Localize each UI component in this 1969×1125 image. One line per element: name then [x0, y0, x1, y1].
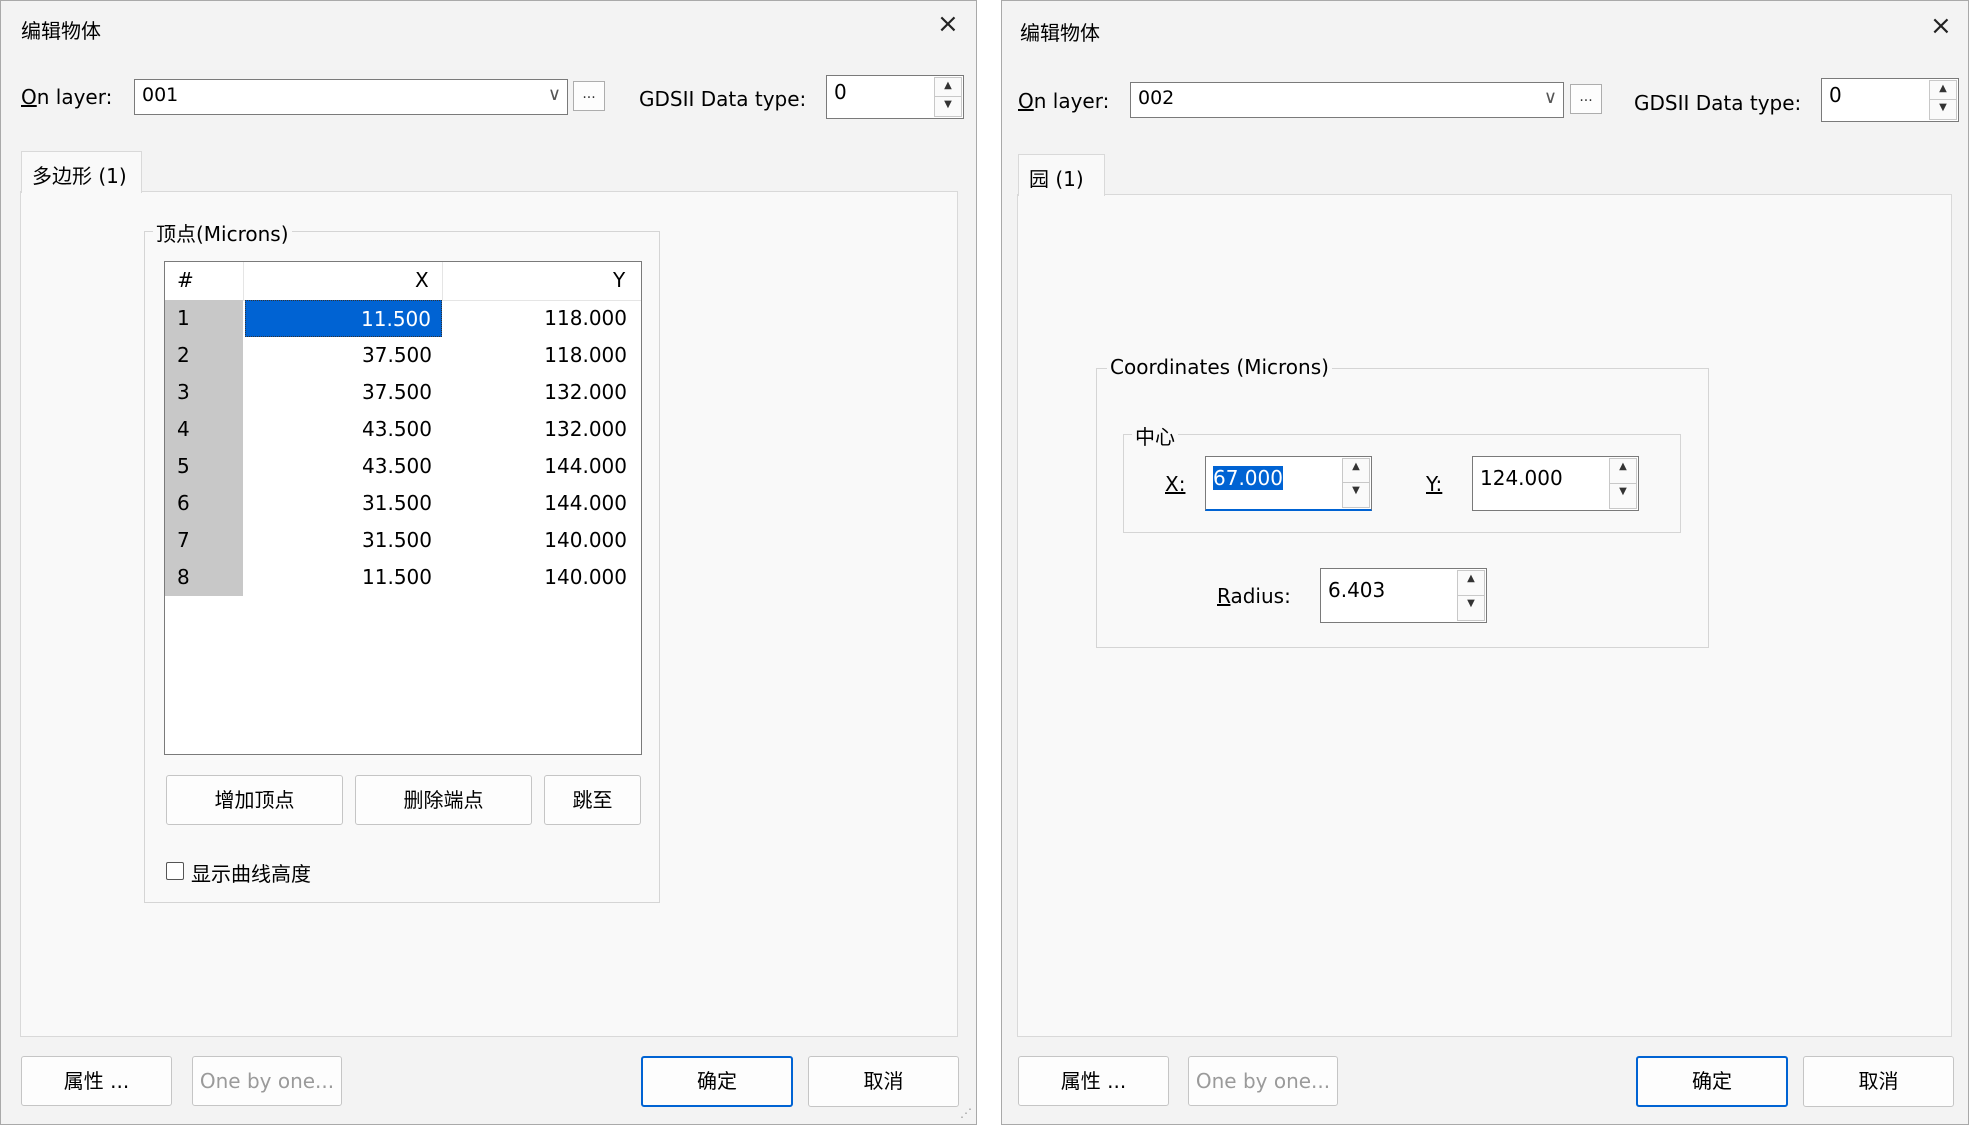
dialog-title: 编辑物体: [1020, 21, 1100, 45]
column-header-number: #: [177, 268, 194, 292]
add-vertex-button[interactable]: 增加顶点: [166, 775, 343, 825]
on-layer-label: On layer:: [1018, 89, 1110, 113]
table-row[interactable]: 2 37.500 118.000: [165, 337, 641, 374]
cell-x[interactable]: 11.500: [245, 300, 442, 337]
delete-vertex-button[interactable]: 删除端点: [355, 775, 532, 825]
cell-x[interactable]: 11.500: [245, 559, 442, 596]
gds-data-type-label: GDSII Data type:: [639, 87, 807, 111]
cell-x[interactable]: 37.500: [245, 374, 442, 411]
center-y-value: 124.000: [1480, 466, 1563, 490]
edit-object-dialog-polygon: 编辑物体 × On layer: 001 ∨ ... GDSII Data ty…: [0, 0, 977, 1125]
vertices-table[interactable]: # X Y 1 11.500 118.000 2 37.500 118.000 3 37.…: [164, 261, 642, 755]
coordinates-group-title: Coordinates (Microns): [1107, 355, 1332, 379]
spin-down-icon[interactable]: ▼: [1929, 99, 1957, 120]
tab-circle[interactable]: 园 (1): [1018, 154, 1105, 196]
cell-x[interactable]: 31.500: [245, 485, 442, 522]
cell-y[interactable]: 118.000: [442, 300, 637, 337]
cell-y[interactable]: 132.000: [442, 374, 637, 411]
table-header: # X Y: [165, 262, 641, 301]
table-row[interactable]: 3 37.500 132.000: [165, 374, 641, 411]
y-label: Y:: [1426, 472, 1443, 496]
row-number: 2: [165, 337, 243, 374]
layer-value: 001: [142, 84, 179, 106]
row-number: 4: [165, 411, 243, 448]
center-y-input[interactable]: 124.000 ▲ ▼: [1472, 456, 1639, 511]
row-number: 8: [165, 559, 243, 596]
x-label: X:: [1165, 472, 1186, 496]
center-group-title: 中心: [1132, 421, 1178, 450]
spin-down-icon[interactable]: ▼: [1609, 482, 1637, 509]
show-curve-checkbox[interactable]: [166, 862, 184, 880]
edit-object-dialog-circle: 编辑物体 × On layer: 002 ∨ ... GDSII Data ty…: [1001, 0, 1969, 1125]
properties-button[interactable]: 属性 ...: [21, 1056, 172, 1106]
table-row[interactable]: 4 43.500 132.000: [165, 411, 641, 448]
chevron-down-icon: ∨: [547, 84, 561, 105]
column-header-y: Y: [613, 268, 626, 292]
resize-grip-icon[interactable]: ⋰: [960, 1106, 972, 1120]
cancel-button[interactable]: 取消: [808, 1056, 959, 1107]
properties-button[interactable]: 属性 ...: [1018, 1056, 1169, 1106]
table-row[interactable]: 1 11.500 118.000: [165, 300, 641, 337]
row-number: 3: [165, 374, 243, 411]
ok-button[interactable]: 确定: [1636, 1056, 1788, 1107]
gds-data-type-value: 0: [834, 80, 847, 104]
layer-browse-button[interactable]: ...: [1570, 84, 1602, 114]
gds-data-type-label: GDSII Data type:: [1634, 91, 1802, 115]
spin-down-icon[interactable]: ▼: [1457, 594, 1485, 621]
spin-up-icon[interactable]: ▲: [1609, 458, 1637, 485]
cell-y[interactable]: 140.000: [442, 522, 637, 559]
show-curve-label: 显示曲线高度: [191, 862, 311, 886]
layer-combobox[interactable]: 001 ∨: [134, 79, 568, 115]
layer-value: 002: [1138, 87, 1175, 109]
spin-down-icon[interactable]: ▼: [1342, 482, 1370, 508]
vertices-group-title: 顶点(Microns): [153, 218, 292, 247]
spin-up-icon[interactable]: ▲: [1457, 570, 1485, 597]
spin-up-icon[interactable]: ▲: [1929, 80, 1957, 101]
cell-x[interactable]: 37.500: [245, 337, 442, 374]
chevron-down-icon: ∨: [1543, 87, 1557, 108]
gds-data-type-value: 0: [1829, 83, 1842, 107]
center-x-value: 67.000: [1213, 466, 1283, 490]
cell-y[interactable]: 144.000: [442, 448, 637, 485]
row-number: 6: [165, 485, 243, 522]
cancel-button[interactable]: 取消: [1803, 1056, 1954, 1107]
radius-label: Radius:: [1217, 584, 1291, 608]
layer-combobox[interactable]: 002 ∨: [1130, 82, 1564, 118]
spin-up-icon[interactable]: ▲: [1342, 458, 1370, 484]
spin-up-icon[interactable]: ▲: [934, 77, 962, 98]
one-by-one-button: One by one...: [192, 1056, 342, 1106]
radius-value: 6.403: [1328, 578, 1386, 602]
cell-x[interactable]: 31.500: [245, 522, 442, 559]
ok-button[interactable]: 确定: [641, 1056, 793, 1107]
cell-x[interactable]: 43.500: [245, 411, 442, 448]
gds-data-type-spinner[interactable]: 0 ▲ ▼: [1821, 78, 1959, 122]
cell-x[interactable]: 43.500: [245, 448, 442, 485]
table-row[interactable]: 6 31.500 144.000: [165, 485, 641, 522]
column-header-x: X: [415, 268, 429, 292]
one-by-one-button: One by one...: [1188, 1056, 1338, 1106]
dialog-title: 编辑物体: [21, 19, 101, 43]
on-layer-label: On layer:: [21, 85, 113, 109]
radius-input[interactable]: 6.403 ▲ ▼: [1320, 568, 1487, 623]
layer-browse-button[interactable]: ...: [573, 81, 605, 111]
table-row[interactable]: 7 31.500 140.000: [165, 522, 641, 559]
row-number: 7: [165, 522, 243, 559]
close-icon[interactable]: ×: [937, 11, 959, 37]
tab-polygon[interactable]: 多边形 (1): [21, 151, 142, 193]
row-number: 5: [165, 448, 243, 485]
table-row[interactable]: 8 11.500 140.000: [165, 559, 641, 596]
cell-y[interactable]: 132.000: [442, 411, 637, 448]
close-icon[interactable]: ×: [1930, 13, 1952, 39]
cell-y[interactable]: 140.000: [442, 559, 637, 596]
row-number: 1: [165, 300, 243, 337]
goto-button[interactable]: 跳至: [544, 775, 641, 825]
center-x-input[interactable]: 67.000 ▲ ▼: [1205, 456, 1372, 511]
cell-y[interactable]: 144.000: [442, 485, 637, 522]
cell-y[interactable]: 118.000: [442, 337, 637, 374]
gds-data-type-spinner[interactable]: 0 ▲ ▼: [826, 75, 964, 119]
table-row[interactable]: 5 43.500 144.000: [165, 448, 641, 485]
spin-down-icon[interactable]: ▼: [934, 96, 962, 117]
